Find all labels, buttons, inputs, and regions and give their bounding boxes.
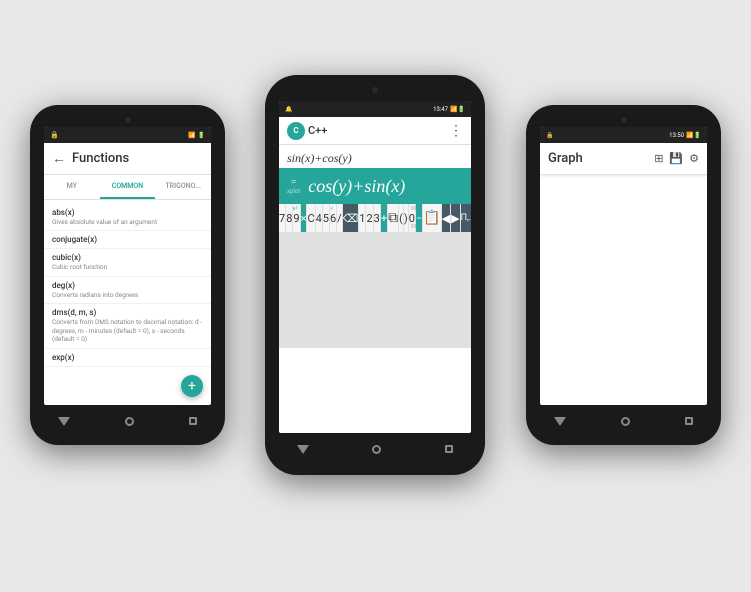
app-logo: C C++ <box>287 122 327 140</box>
camera-center <box>372 87 378 93</box>
key-divide[interactable]: / <box>337 204 342 232</box>
app-name: C++ <box>308 124 327 137</box>
key-open-paren[interactable]: ( <box>399 204 403 232</box>
equals-sign: = <box>291 177 297 188</box>
functions-tabs: MY COMMON TRIGONO... <box>44 175 211 200</box>
key-1[interactable]: 1 <box>359 204 365 232</box>
menu-button[interactable]: ⋮ <box>449 123 463 139</box>
status-bar-right: 🔒 13:50 📶🔋 <box>540 127 707 143</box>
status-icons-right: 13:50 📶🔋 <box>669 132 701 139</box>
status-bar-left: 🔒 📶 🔋 <box>44 127 211 143</box>
status-bar-center: 🔔 13:47 📶🔋 <box>279 101 471 117</box>
recent-nav-icon-center[interactable] <box>445 445 453 453</box>
save-icon[interactable]: 💾 <box>669 152 683 165</box>
back-button[interactable]: ← <box>52 150 66 167</box>
screen-left: 🔒 📶 🔋 ← Functions MY COMMON TRIGONO... <box>44 127 211 405</box>
calc-keypad: 7 8 9∧² × C 4 5 6✓ / ⌫ 1 2 <box>279 204 471 348</box>
list-item[interactable]: deg(x) Converts radians into degrees <box>44 277 211 304</box>
home-nav-icon-right[interactable] <box>621 417 630 426</box>
graph-header: Graph ⊞ 💾 ⚙ <box>540 143 707 175</box>
functions-title: Functions <box>72 151 129 166</box>
back-nav-icon[interactable] <box>58 417 70 426</box>
key-9[interactable]: 9∧² <box>293 204 299 232</box>
tab-trigono[interactable]: TRIGONO... <box>155 175 211 199</box>
calc-header: C C++ ⋮ <box>279 117 471 145</box>
nav-bar-center <box>265 433 485 465</box>
key-3[interactable]: 3 <box>374 204 380 232</box>
key-4[interactable]: 4 <box>316 204 322 232</box>
key-2[interactable]: 2 <box>366 204 372 232</box>
fab-add-button[interactable]: + <box>181 375 203 397</box>
status-icons-center: 13:47 📶🔋 <box>433 106 465 113</box>
phone-center: 🔔 13:47 📶🔋 C C++ ⋮ sin(x)+cos(y) <box>265 75 485 475</box>
graph-title: Graph <box>548 151 583 166</box>
key-7[interactable]: 7 <box>279 204 285 232</box>
nav-bar-left <box>30 405 225 437</box>
home-nav-icon[interactable] <box>125 417 134 426</box>
key-pi[interactable]: П,... <box>461 204 471 232</box>
list-item[interactable]: dms(d, m, s) Converts from DMS notation … <box>44 304 211 348</box>
key-6[interactable]: 6✓ <box>330 204 336 232</box>
tab-common[interactable]: COMMON <box>100 175 156 199</box>
graph-toolbar: ⊞ 💾 ⚙ <box>654 152 699 165</box>
back-nav-icon-center[interactable] <box>297 445 309 454</box>
key-copy[interactable]: ⧉ <box>388 204 398 232</box>
settings-icon[interactable]: ⚙ <box>689 152 699 165</box>
key-multiply[interactable]: × <box>301 204 307 232</box>
phone-left: 🔒 📶 🔋 ← Functions MY COMMON TRIGONO... <box>30 105 225 445</box>
status-icons-left: 📶 🔋 <box>188 132 205 139</box>
camera-left <box>125 117 131 123</box>
key-paste[interactable]: 📋 <box>423 204 440 232</box>
screen-right: 🔒 13:50 📶🔋 Graph ⊞ 💾 ⚙ <box>540 127 707 405</box>
main-scene: 🔒 📶 🔋 ← Functions MY COMMON TRIGONO... <box>0 0 751 592</box>
functions-header: ← Functions <box>44 143 211 175</box>
list-item[interactable]: conjugate(x) <box>44 231 211 249</box>
phone-right: 🔒 13:50 📶🔋 Graph ⊞ 💾 ⚙ <box>526 105 721 445</box>
key-close-paren[interactable]: ) <box>404 204 408 232</box>
camera-right <box>621 117 627 123</box>
key-clear[interactable]: C <box>307 204 314 232</box>
list-item[interactable]: cubic(x) Cubic root function <box>44 249 211 276</box>
key-5[interactable]: 5 <box>323 204 329 232</box>
key-minus[interactable]: − <box>416 204 422 232</box>
key-plus[interactable]: + <box>381 204 387 232</box>
app-icon: C <box>287 122 305 140</box>
calc-result-area: = xplot cos(y)+sin(x) <box>279 168 471 204</box>
list-item[interactable]: abs(x) Gives absolute value of an argume… <box>44 204 211 231</box>
home-nav-icon-center[interactable] <box>372 445 381 454</box>
key-backspace[interactable]: ⌫ <box>343 204 359 232</box>
screen-center: 🔔 13:47 📶🔋 C C++ ⋮ sin(x)+cos(y) <box>279 101 471 433</box>
list-item[interactable]: exp(x) <box>44 349 211 367</box>
key-zero[interactable]: 0 00 000 <box>409 204 415 232</box>
xplot-label: xplot <box>287 188 300 195</box>
key-right-arrow[interactable]: ▶ <box>451 204 459 232</box>
calc-result: cos(y)+sin(x) <box>308 176 405 197</box>
key-left-arrow[interactable]: ◀ <box>442 204 450 232</box>
recent-nav-icon-right[interactable] <box>685 417 693 425</box>
status-left-left: 🔒 <box>50 131 59 139</box>
calc-expression: sin(x)+cos(y) <box>279 145 471 168</box>
back-nav-icon-right[interactable] <box>554 417 566 426</box>
functions-list: abs(x) Gives absolute value of an argume… <box>44 200 211 371</box>
recent-nav-icon[interactable] <box>189 417 197 425</box>
grid-icon[interactable]: ⊞ <box>654 152 663 165</box>
tab-my[interactable]: MY <box>44 175 100 199</box>
nav-bar-right <box>526 405 721 437</box>
